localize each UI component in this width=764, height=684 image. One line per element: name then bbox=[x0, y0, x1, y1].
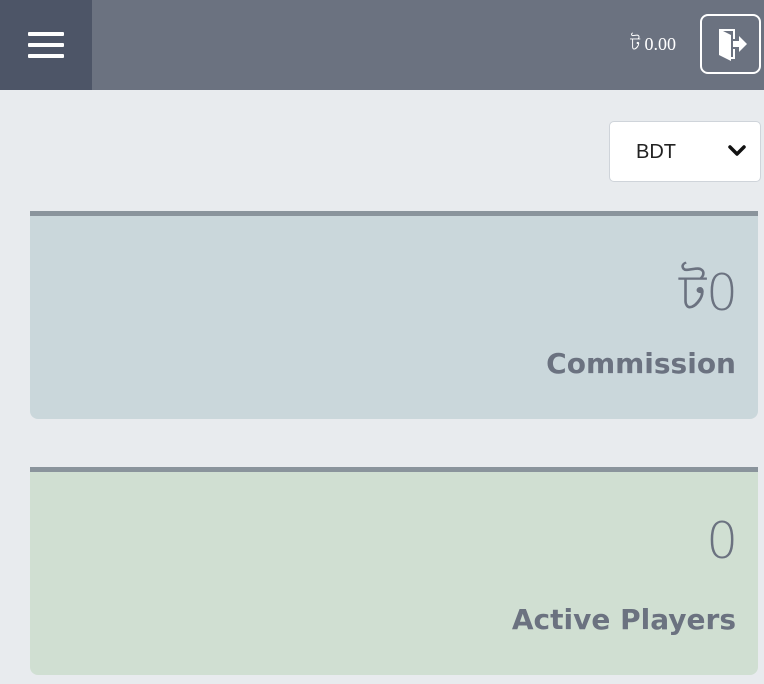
active-players-label: Active Players bbox=[511, 603, 736, 636]
active-players-value: 0 bbox=[706, 512, 738, 570]
chevron-down-icon bbox=[728, 145, 746, 156]
commission-label: Commission bbox=[546, 347, 736, 380]
commission-card: ট0 Commission bbox=[30, 211, 758, 419]
commission-value: ট0 bbox=[678, 264, 738, 322]
balance-display: ট 0.00 bbox=[630, 34, 676, 54]
menu-button[interactable] bbox=[0, 0, 92, 90]
active-players-card: 0 Active Players bbox=[30, 467, 758, 675]
logout-button[interactable] bbox=[700, 14, 761, 74]
currency-select[interactable]: BDT bbox=[609, 121, 761, 182]
top-bar: ট 0.00 bbox=[0, 0, 764, 90]
logout-door-icon bbox=[718, 29, 747, 61]
currency-selected-value: BDT bbox=[636, 141, 676, 163]
hamburger-menu-icon bbox=[28, 32, 64, 58]
